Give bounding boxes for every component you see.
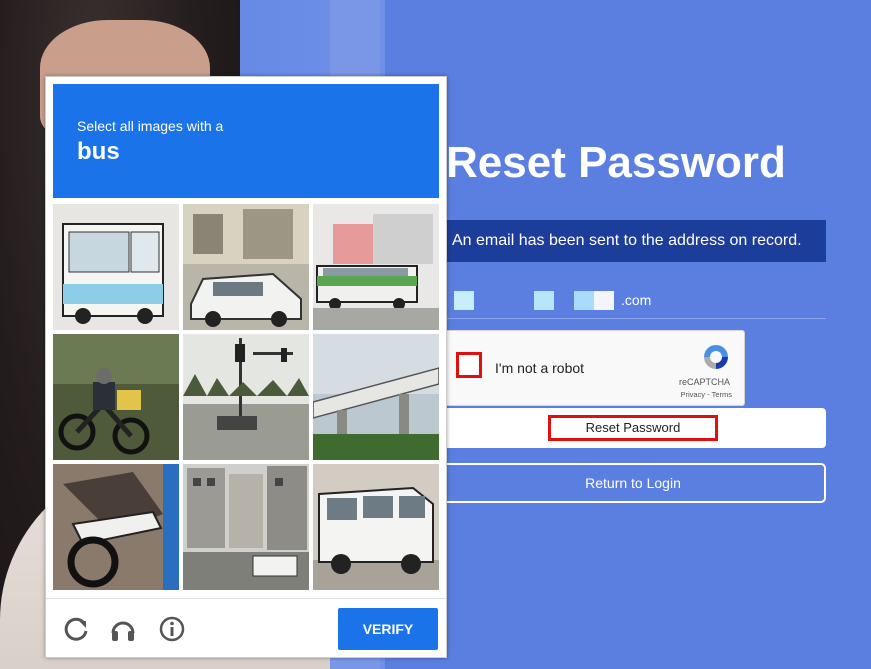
recaptcha-terms-link[interactable]: Privacy - Terms: [680, 390, 732, 399]
challenge-instruction: Select all images with a: [77, 118, 224, 134]
image-grid: [53, 204, 441, 592]
challenge-footer: VERIFY: [46, 598, 446, 659]
recaptcha-widget: I'm not a robot reCAPTCHA Privacy - Term…: [440, 330, 745, 406]
tile-bus-side[interactable]: [313, 204, 439, 330]
tile-motorcycle-closeup[interactable]: [53, 464, 179, 590]
recaptcha-checkbox[interactable]: [456, 352, 482, 378]
captcha-challenge: Select all images with a bus VERIFY: [45, 76, 447, 658]
tile-street-car[interactable]: [183, 204, 309, 330]
recaptcha-logo-icon: [704, 345, 728, 369]
email-domain: .com: [621, 292, 652, 308]
redacted-block: [534, 291, 554, 310]
tile-bridge[interactable]: [313, 334, 439, 460]
tile-bus-front[interactable]: [53, 204, 179, 330]
reset-password-button[interactable]: Reset Password: [440, 408, 826, 448]
reload-icon[interactable]: [62, 615, 90, 643]
return-to-login-button[interactable]: Return to Login: [440, 463, 826, 503]
redacted-block: [574, 291, 594, 310]
challenge-header: Select all images with a bus: [53, 84, 439, 198]
verify-button[interactable]: VERIFY: [338, 608, 438, 650]
redacted-block: [454, 291, 474, 310]
tile-city-street[interactable]: [183, 464, 309, 590]
redacted-block: [594, 291, 614, 310]
tile-minibus[interactable]: [313, 464, 439, 590]
headphones-icon[interactable]: [109, 615, 137, 643]
notice-banner: An email has been sent to the address on…: [440, 220, 826, 262]
recaptcha-brand: reCAPTCHA: [678, 377, 730, 387]
email-field: .com: [440, 288, 826, 319]
tile-motorcycle-rider[interactable]: [53, 334, 179, 460]
challenge-target: bus: [77, 138, 120, 165]
page-title: Reset Password: [446, 138, 786, 187]
reset-password-label: Reset Password: [548, 415, 718, 441]
recaptcha-label: I'm not a robot: [495, 360, 585, 376]
tile-traffic-lights[interactable]: [183, 334, 309, 460]
info-icon[interactable]: [158, 615, 186, 643]
